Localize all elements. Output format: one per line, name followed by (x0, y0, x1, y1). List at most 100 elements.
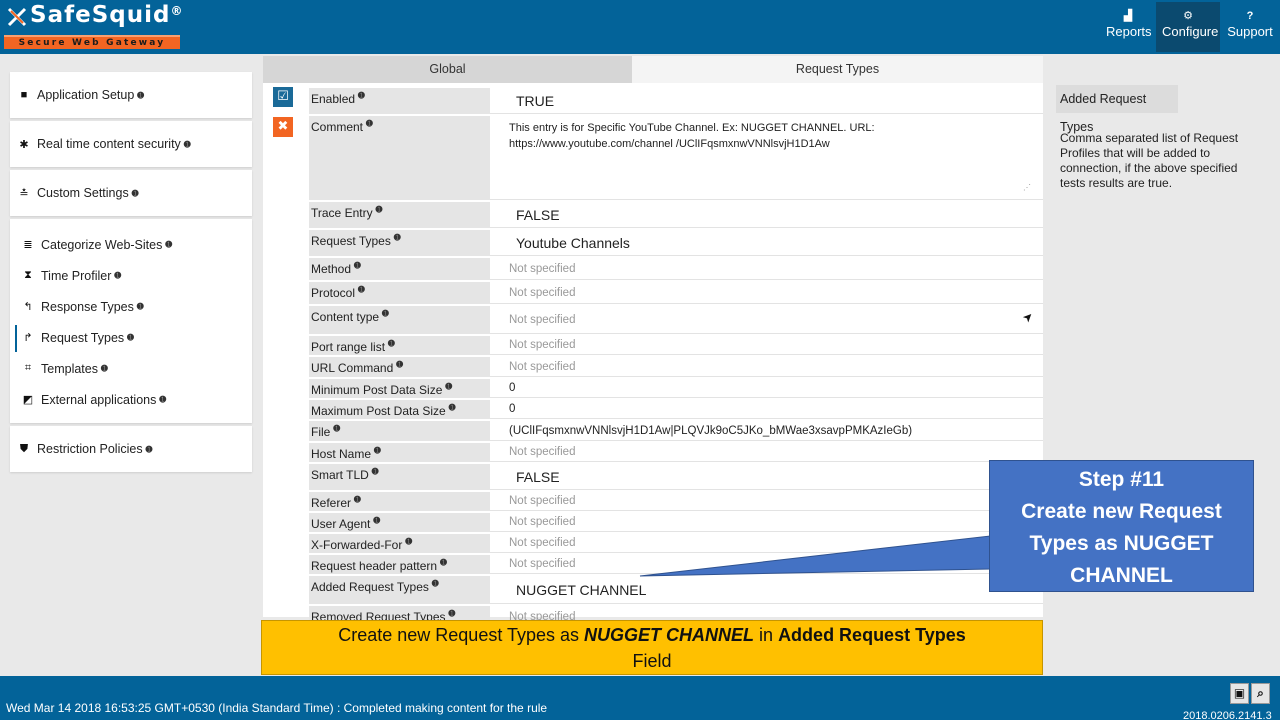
field-value[interactable]: Not specified (490, 336, 1043, 355)
form-rows: Enabled ➊ TRUE Comment ➊ This entry is for Sp… (309, 88, 1043, 630)
field-label: Protocol ➊ (309, 282, 490, 304)
info-icon: ➊ (431, 579, 439, 588)
sidebar-block-application-setup: ■ Application Setup ➊ (10, 72, 252, 118)
form-row: User Agent ➊ Not specified (309, 513, 1043, 534)
info-icon: ➊ (136, 302, 144, 311)
step-callout: Step #11 Create new Request Types as NUG… (989, 460, 1254, 592)
paper-plane-icon[interactable]: ➤ (1019, 308, 1036, 325)
sidebar-item-time-profiler[interactable]: ⧗ Time Profiler ➊ (10, 260, 252, 291)
hourglass-icon: ⧗ (24, 269, 32, 281)
info-icon: ➊ (445, 382, 453, 391)
request-type-entry-form: ☑ ✖ Enabled ➊ TRUE Comment ➊ This entry is fo… (263, 83, 1043, 630)
resize-grip-icon[interactable]: ⋰ (1023, 180, 1031, 196)
nav-support-label: Support (1227, 24, 1273, 39)
info-icon: ➊ (114, 271, 122, 280)
sidebar-block-restriction-policies: ⛊ Restriction Policies ➊ (10, 426, 252, 472)
sidebar-item-real-time-content-security[interactable]: ✱ Real time content security ➊ (18, 137, 191, 151)
field-value[interactable]: NUGGET CHANNEL (490, 576, 1043, 604)
tab-global[interactable]: Global (263, 56, 632, 83)
form-row: X-Forwarded-For ➊ Not specified (309, 534, 1043, 555)
info-icon: ➊ (354, 261, 361, 270)
info-icon: ➊ (358, 285, 365, 294)
form-row: Request Types ➊ Youtube Channels (309, 230, 1043, 258)
logo-tagline: Secure Web Gateway (4, 35, 180, 49)
sidebar-item-request-types[interactable]: ↱ Request Types ➊ (10, 322, 252, 353)
sidebar-item-restriction-policies[interactable]: ⛊ Restriction Policies ➊ (18, 442, 152, 456)
field-label: Comment ➊ (309, 116, 490, 200)
field-value[interactable]: FALSE (490, 464, 1043, 490)
sidebar-item-response-types[interactable]: ↰ Response Types ➊ (10, 291, 252, 322)
search-button[interactable]: ⌕ (1251, 683, 1270, 704)
sidebar-item-templates[interactable]: ⌗ Templates ➊ (10, 353, 252, 384)
chart-icon: ▟ (1123, 10, 1133, 22)
form-row: Comment ➊ This entry is for Specific YouTu… (309, 116, 1043, 202)
shield-icon: ⛊ (19, 442, 29, 455)
sidebar-item-categorize-web-sites[interactable]: ≣ Categorize Web-Sites ➊ (10, 229, 252, 260)
field-value[interactable]: Not specified (490, 492, 1043, 511)
field-label: URL Command ➊ (309, 357, 490, 377)
field-label: Smart TLD ➊ (309, 464, 490, 490)
field-value[interactable]: Not specified (490, 534, 1043, 553)
instruction-line-1: Create new Request Types as NUGGET CHANN… (338, 625, 966, 645)
info-icon: ➊ (183, 139, 191, 149)
sidebar-item-custom-settings[interactable]: ≛ Custom Settings ➊ (18, 186, 138, 200)
version-label: 2018.0206.2141.3 (1183, 710, 1272, 720)
field-value[interactable]: Not specified ➤ (490, 306, 1043, 334)
instruction-banner: Create new Request Types as NUGGET CHANN… (261, 620, 1043, 675)
save-button[interactable]: ▣ (1230, 683, 1249, 704)
field-value[interactable]: TRUE (490, 88, 1043, 114)
field-value[interactable]: This entry is for Specific YouTube Chann… (490, 116, 1043, 200)
field-value[interactable]: 0 (490, 379, 1043, 398)
enable-toggle-button[interactable]: ☑ (273, 87, 293, 107)
tab-request-types[interactable]: Request Types (632, 56, 1043, 83)
field-value[interactable]: Not specified (490, 443, 1043, 462)
field-label: Request Types ➊ (309, 230, 490, 256)
field-label: Content type ➊ (309, 306, 490, 334)
field-label: X-Forwarded-For ➊ (309, 534, 490, 553)
external-link-icon: ◩ (22, 394, 34, 406)
info-icon: ➊ (373, 516, 381, 525)
callout-step-number: Step #11 (1078, 468, 1165, 491)
logo-shield-icon (7, 7, 27, 27)
check-square-icon: ☑ (277, 89, 289, 104)
nav-reports[interactable]: ▟ Reports (1100, 2, 1156, 52)
status-bar: Wed Mar 14 2018 16:53:25 GMT+0530 (India… (0, 676, 1280, 720)
field-label: User Agent ➊ (309, 513, 490, 532)
close-icon: ✖ (277, 119, 289, 134)
form-row: Trace Entry ➊ FALSE (309, 202, 1043, 230)
form-row: File ➊ (UClIFqsmxnwVNNlsvjH1D1Aw|PLQVJk9oC… (309, 421, 1043, 443)
info-icon: ➊ (333, 424, 341, 433)
field-value[interactable]: 0 (490, 400, 1043, 419)
bug-icon: ✱ (19, 138, 29, 151)
info-icon: ➊ (448, 403, 456, 412)
form-row: Protocol ➊ Not specified (309, 282, 1043, 306)
help-title: Added Request Types (1056, 85, 1178, 134)
field-value[interactable]: Not specified (490, 555, 1043, 574)
info-icon: ➊ (396, 360, 403, 369)
sidebar-block-realtime: ✱ Real time content security ➊ (10, 121, 252, 167)
info-icon: ➊ (366, 119, 373, 128)
nav-configure[interactable]: ⚙ Configure (1156, 2, 1220, 52)
field-label: Method ➊ (309, 258, 490, 280)
info-icon: ➊ (375, 205, 383, 214)
delete-entry-button[interactable]: ✖ (273, 117, 293, 137)
sliders-icon: ≛ (19, 187, 29, 200)
callout-line-4: CHANNEL (1070, 564, 1173, 587)
field-value[interactable]: Not specified (490, 357, 1043, 377)
field-value[interactable]: FALSE (490, 202, 1043, 228)
form-row: Added Request Types ➊ NUGGET CHANNEL (309, 576, 1043, 606)
field-value[interactable]: Not specified (490, 258, 1043, 280)
field-value[interactable]: Not specified (490, 282, 1043, 304)
field-value[interactable]: (UClIFqsmxnwVNNlsvjH1D1Aw|PLQVJk9oC5JKo_… (490, 421, 1043, 441)
field-value[interactable]: Not specified (490, 513, 1043, 532)
sidebar-item-application-setup[interactable]: ■ Application Setup ➊ (18, 88, 144, 102)
briefcase-icon: ■ (20, 89, 28, 101)
field-label: File ➊ (309, 421, 490, 441)
info-icon: ➊ (388, 339, 395, 348)
sidebar-item-external-applications[interactable]: ◩ External applications ➊ (10, 384, 252, 415)
database-icon: ≣ (23, 239, 33, 251)
nav-configure-label: Configure (1162, 24, 1219, 39)
info-icon: ➊ (165, 240, 173, 249)
nav-support[interactable]: ? Support (1220, 2, 1280, 52)
field-value[interactable]: Youtube Channels (490, 230, 1043, 256)
